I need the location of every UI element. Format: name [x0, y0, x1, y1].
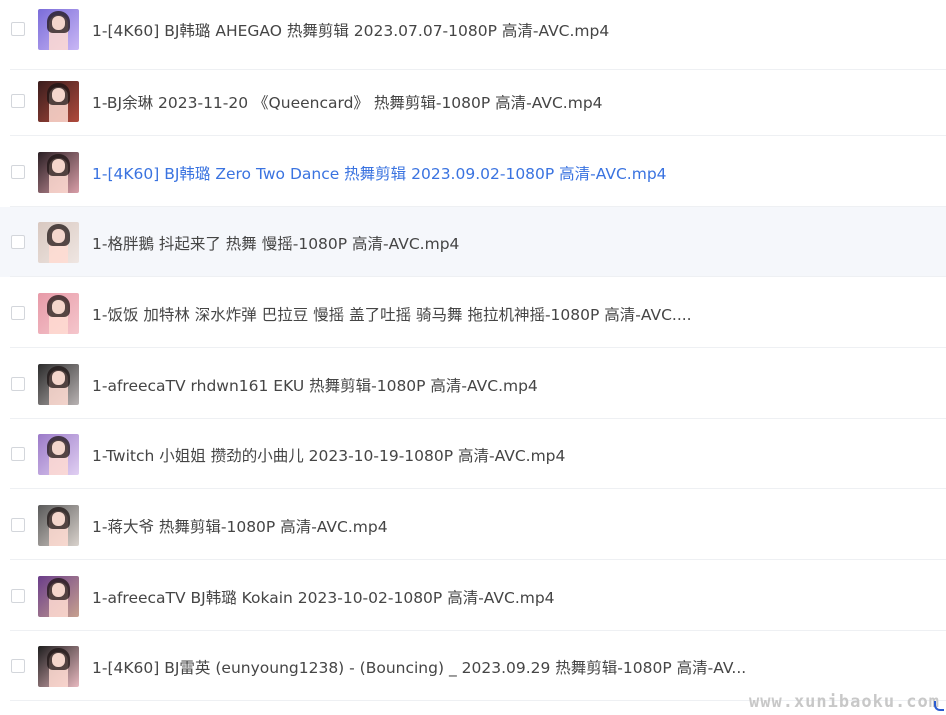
- video-thumbnail[interactable]: [38, 434, 79, 475]
- row-divider: [10, 276, 946, 277]
- row-checkbox[interactable]: [11, 235, 25, 249]
- video-thumbnail[interactable]: [38, 293, 79, 334]
- row-divider: [10, 347, 946, 348]
- file-name[interactable]: 1-[4K60] BJ韩璐 AHEGAO 热舞剪辑 2023.07.07-108…: [92, 19, 609, 41]
- video-thumbnail[interactable]: [38, 222, 79, 263]
- row-checkbox[interactable]: [11, 94, 25, 108]
- row-checkbox[interactable]: [11, 306, 25, 320]
- file-row[interactable]: 1-[4K60] BJ雷英 (eunyoung1238) - (Bouncing…: [0, 631, 946, 701]
- row-checkbox[interactable]: [11, 22, 25, 36]
- row-divider: [10, 559, 946, 560]
- file-row[interactable]: 1-[4K60] BJ韩璐 AHEGAO 热舞剪辑 2023.07.07-108…: [0, 0, 946, 70]
- file-name[interactable]: 1-格胖鵝 抖起来了 热舞 慢摇-1080P 高清-AVC.mp4: [92, 232, 459, 254]
- video-thumbnail[interactable]: [38, 81, 79, 122]
- file-name[interactable]: 1-afreecaTV BJ韩璐 Kokain 2023-10-02-1080P…: [92, 586, 555, 608]
- file-row[interactable]: 1-蒋大爷 热舞剪辑-1080P 高清-AVC.mp4: [0, 490, 946, 560]
- file-name[interactable]: 1-Twitch 小姐姐 攒劲的小曲儿 2023-10-19-1080P 高清-…: [92, 444, 565, 466]
- video-thumbnail[interactable]: [38, 646, 79, 687]
- file-row[interactable]: 1-BJ余琳 2023-11-20 《Queencard》 热舞剪辑-1080P…: [0, 66, 946, 136]
- corner-arrow-icon: [934, 701, 944, 711]
- row-divider: [10, 135, 946, 136]
- file-row[interactable]: 1-格胖鵝 抖起来了 热舞 慢摇-1080P 高清-AVC.mp4: [0, 207, 946, 277]
- watermark: www.xunibaoku.com: [749, 692, 940, 712]
- row-checkbox[interactable]: [11, 589, 25, 603]
- file-row[interactable]: 1-afreecaTV rhdwn161 EKU 热舞剪辑-1080P 高清-A…: [0, 349, 946, 419]
- video-thumbnail[interactable]: [38, 576, 79, 617]
- file-name[interactable]: 1-[4K60] BJ韩璐 Zero Two Dance 热舞剪辑 2023.0…: [92, 162, 667, 184]
- file-name[interactable]: 1-BJ余琳 2023-11-20 《Queencard》 热舞剪辑-1080P…: [92, 91, 603, 113]
- video-thumbnail[interactable]: [38, 364, 79, 405]
- video-thumbnail[interactable]: [38, 152, 79, 193]
- file-name[interactable]: 1-饭饭 加特林 深水炸弹 巴拉豆 慢摇 盖了吐摇 骑马舞 拖拉机神摇-1080…: [92, 303, 692, 325]
- row-checkbox[interactable]: [11, 447, 25, 461]
- row-checkbox[interactable]: [11, 659, 25, 673]
- video-thumbnail[interactable]: [38, 9, 79, 50]
- file-row[interactable]: 1-Twitch 小姐姐 攒劲的小曲儿 2023-10-19-1080P 高清-…: [0, 419, 946, 489]
- file-row[interactable]: 1-饭饭 加特林 深水炸弹 巴拉豆 慢摇 盖了吐摇 骑马舞 拖拉机神摇-1080…: [0, 278, 946, 348]
- row-divider: [10, 488, 946, 489]
- row-checkbox[interactable]: [11, 165, 25, 179]
- row-checkbox[interactable]: [11, 518, 25, 532]
- file-row[interactable]: 1-[4K60] BJ韩璐 Zero Two Dance 热舞剪辑 2023.0…: [0, 137, 946, 207]
- file-name[interactable]: 1-afreecaTV rhdwn161 EKU 热舞剪辑-1080P 高清-A…: [92, 374, 538, 396]
- file-row[interactable]: 1-afreecaTV BJ韩璐 Kokain 2023-10-02-1080P…: [0, 561, 946, 631]
- row-checkbox[interactable]: [11, 377, 25, 391]
- file-name[interactable]: 1-蒋大爷 热舞剪辑-1080P 高清-AVC.mp4: [92, 515, 388, 537]
- file-list: 1-[4K60] BJ韩璐 AHEGAO 热舞剪辑 2023.07.07-108…: [0, 0, 946, 715]
- file-name[interactable]: 1-[4K60] BJ雷英 (eunyoung1238) - (Bouncing…: [92, 656, 746, 678]
- video-thumbnail[interactable]: [38, 505, 79, 546]
